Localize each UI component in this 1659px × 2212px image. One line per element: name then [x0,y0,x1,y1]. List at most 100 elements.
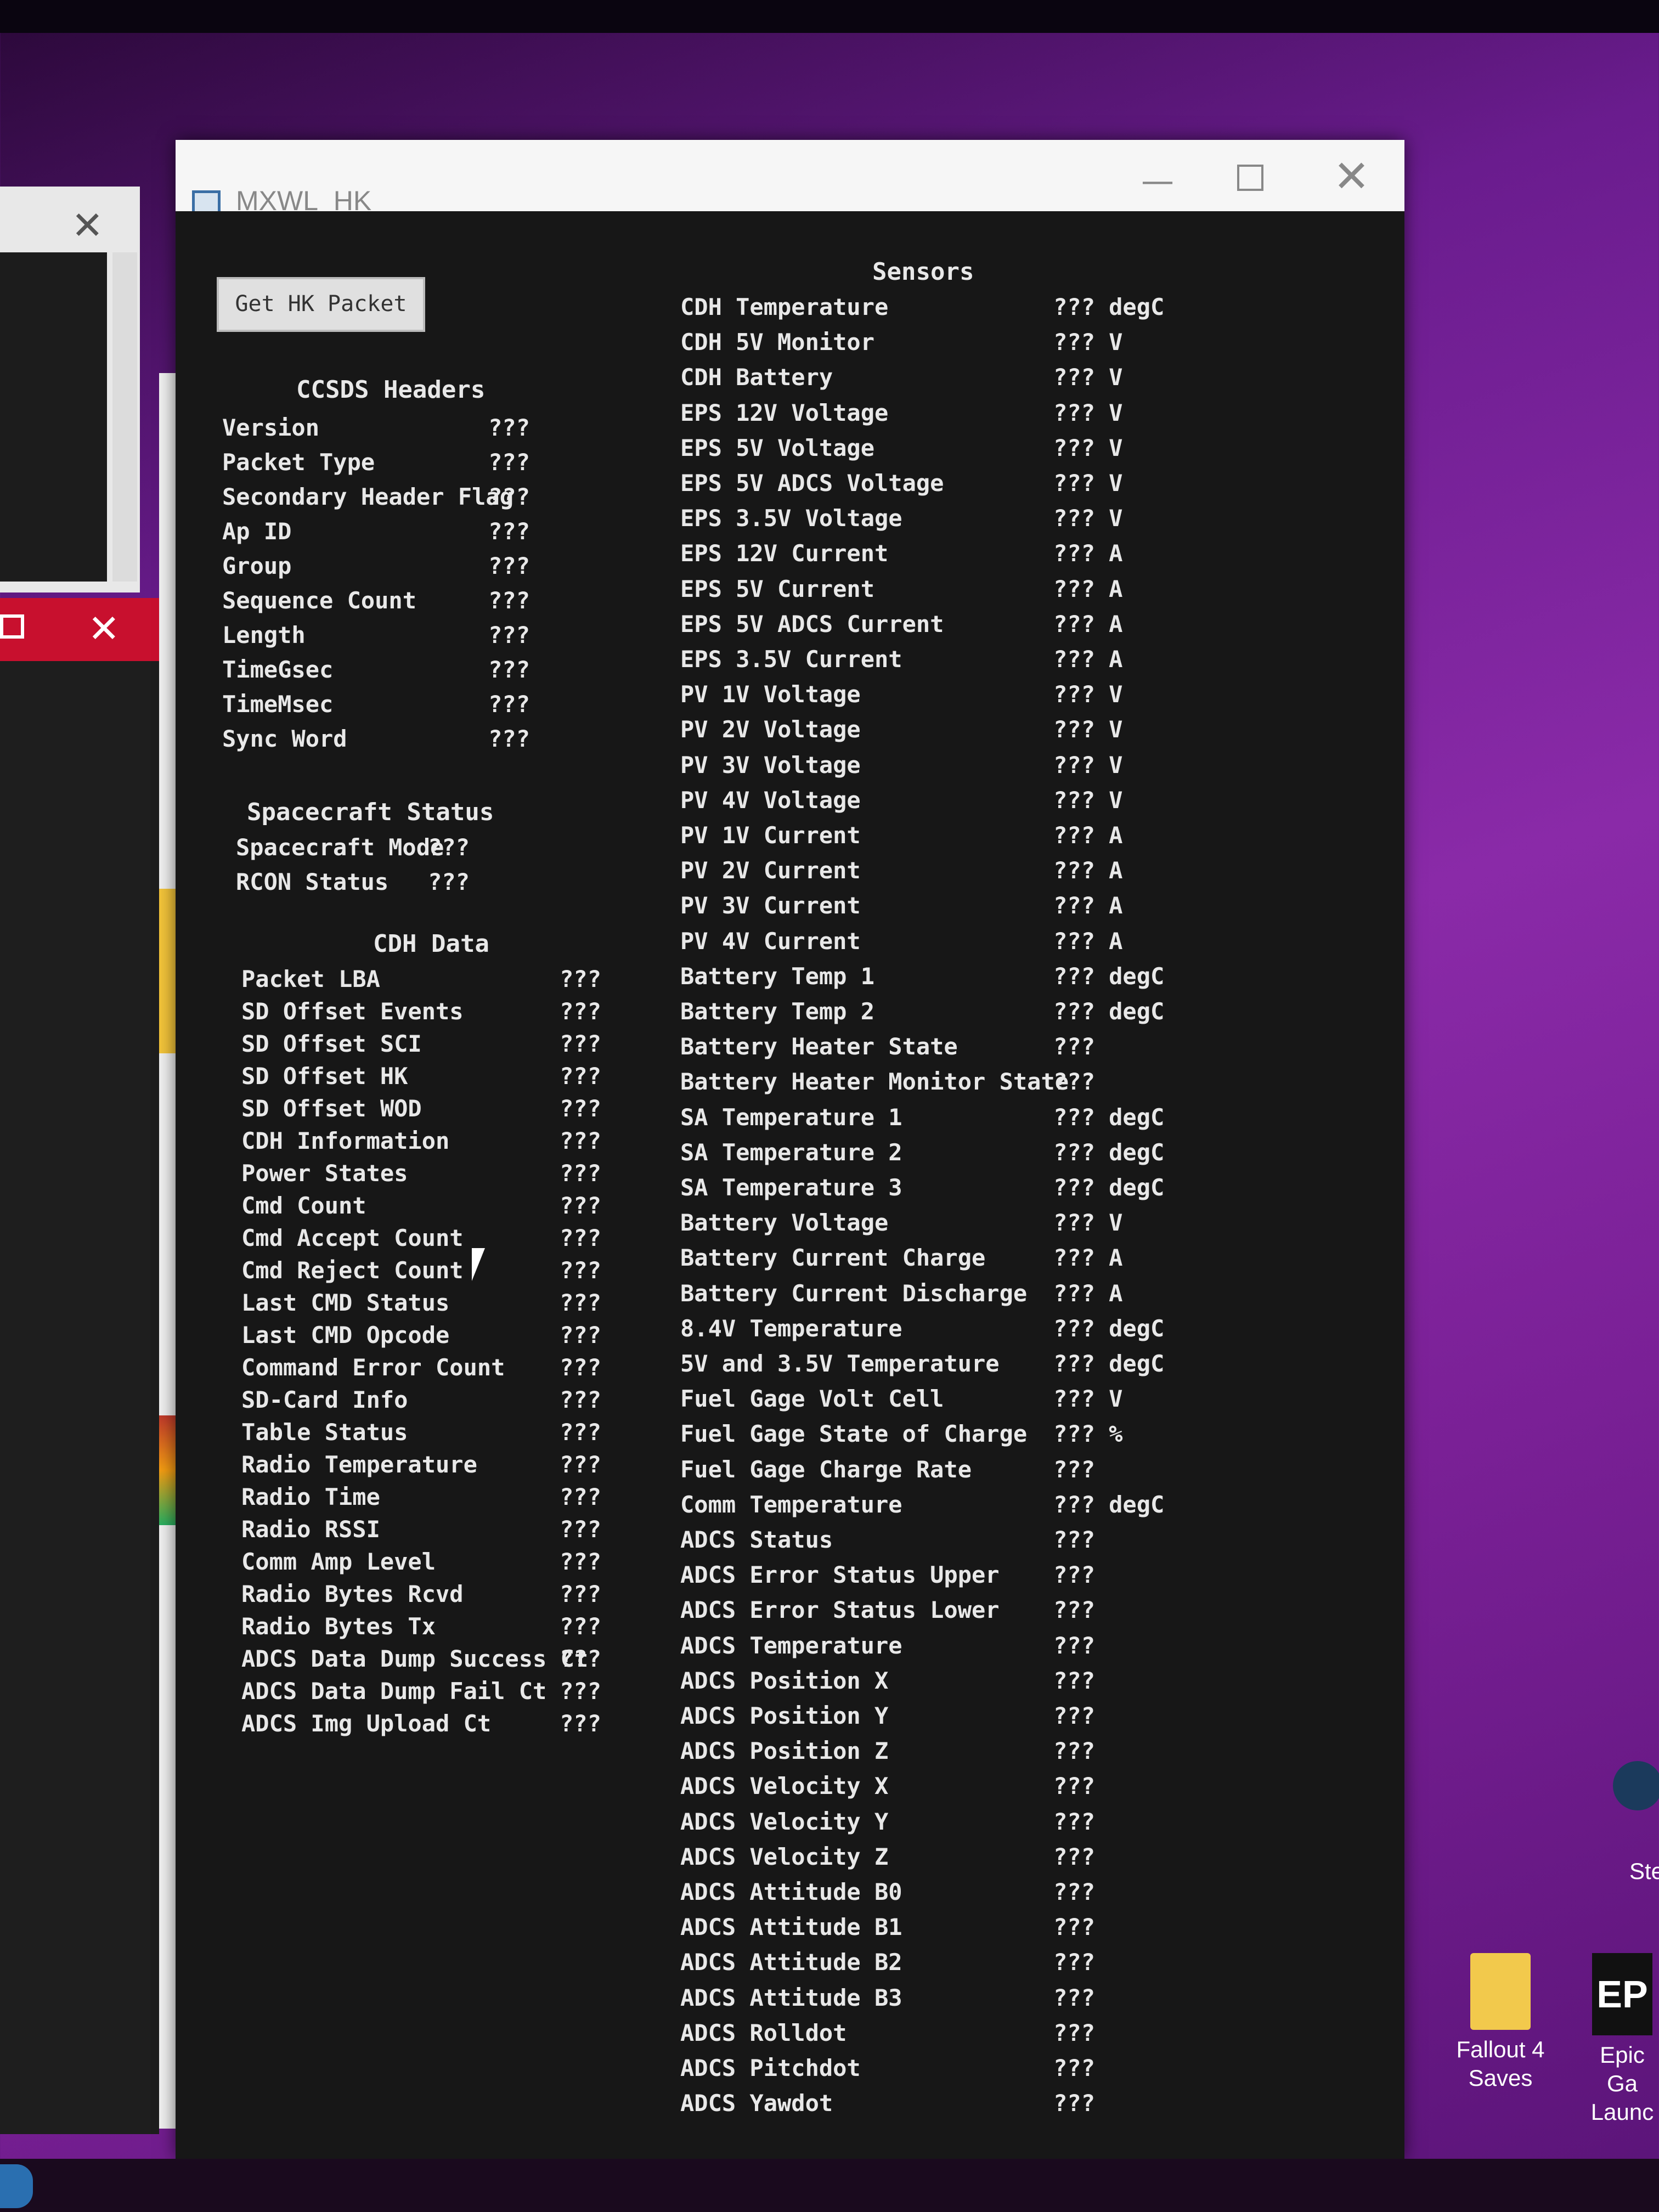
maximize-icon[interactable] [0,614,24,639]
sensors-row-value: ??? degC [1053,998,1165,1025]
cdh-row-value: ??? [560,1548,601,1575]
sensors-row-value: ??? V [1053,470,1123,496]
sensors-row-value: ??? [1053,1843,1095,1870]
sensors-row-label: Battery Heater State [680,1033,958,1060]
cdh-row-value: ??? [560,1451,601,1478]
cdh-row-value: ??? [560,1613,601,1640]
sensors-row-label: CDH 5V Monitor [680,329,875,356]
spacecraft-row-label: Spacecraft Mode [236,834,444,861]
close-icon[interactable]: ✕ [88,606,120,651]
sensors-row-value: ??? [1053,1068,1095,1096]
background-window-red[interactable]: ✕ [0,598,159,2134]
sensors-row-value: ??? A [1053,610,1123,637]
ccsds-row-value: ??? [488,518,530,545]
maximize-icon[interactable] [1237,165,1263,191]
sensors-row-label: PV 2V Voltage [680,716,861,743]
sensors-row-value: ??? [1053,1667,1095,1694]
sensors-row-label: SA Temperature 2 [680,1138,902,1166]
sensors-row-label: Battery Current Charge [680,1244,986,1272]
sensors-row-label: Battery Heater Monitor State [680,1068,1069,1096]
sensors-row-value: ??? degC [1053,1350,1165,1377]
cdh-row-value: ??? [560,1354,601,1381]
cdh-row-label: SD-Card Info [241,1386,408,1413]
get-hk-packet-button[interactable]: Get HK Packet [217,277,425,332]
ccsds-row-label: Secondary Header Flag [222,483,514,510]
sensors-row-value: ??? [1053,1033,1095,1060]
sensors-row-value: ??? A [1053,857,1123,884]
sensors-row-value: ??? V [1053,399,1123,426]
sensors-row-value: ??? degC [1053,1314,1165,1342]
sensors-row-value: ??? A [1053,892,1123,919]
desktop-icon-epic-games[interactable]: EP Epic Ga Launc [1585,1953,1659,2126]
cdh-row-label: CDH Information [241,1127,450,1154]
sensors-row-value: ??? % [1053,1420,1123,1448]
desktop-icon-label[interactable]: Ste [1629,1857,1659,1886]
close-icon[interactable]: ✕ [1333,151,1370,202]
start-icon[interactable] [0,2164,33,2208]
ccsds-row-label: Length [222,622,306,648]
sensors-row-value: ??? A [1053,575,1123,602]
ccsds-row-label: Packet Type [222,449,375,476]
cdh-row-value: ??? [560,1095,601,1122]
background-window[interactable]: ✕ [0,187,140,592]
close-icon[interactable]: ✕ [71,203,104,248]
sensors-row-label: CDH Battery [680,364,833,391]
desktop-icon-label: Saves [1468,2065,1533,2091]
sensors-row-value: ??? V [1053,786,1123,814]
cdh-row-value: ??? [560,966,601,992]
sensors-row-value: ??? [1053,1984,1095,2011]
sensors-row-value: ??? [1053,1702,1095,1729]
ccsds-row-value: ??? [488,587,530,614]
sensors-row-label: SA Temperature 1 [680,1103,902,1131]
sensors-row-label: PV 1V Voltage [680,681,861,708]
sensors-row-label: EPS 5V Voltage [680,434,875,461]
cdh-row-label: Last CMD Status [241,1289,450,1316]
ccsds-row-value: ??? [488,449,530,476]
ccsds-row-label: TimeMsec [222,691,334,718]
sensors-row-value: ??? V [1053,505,1123,532]
sensors-section-title: Sensors [872,258,974,286]
background-window-content [0,252,107,582]
sensors-row-value: ??? V [1053,364,1123,391]
sensors-row-value: ??? degC [1053,962,1165,990]
minimize-icon[interactable]: — [1141,162,1174,200]
cdh-row-label: Packet LBA [241,966,380,992]
sensors-row-label: ADCS Pitchdot [680,2055,861,2081]
sensors-row-value: ??? A [1053,822,1123,849]
sensors-row-value: ??? [1053,1949,1095,1976]
cdh-row-label: Comm Amp Level [241,1548,436,1575]
cdh-row-value: ??? [560,1678,601,1705]
sensors-row-value: ??? V [1053,716,1123,743]
cdh-row-value: ??? [560,1127,601,1154]
ccsds-row-label: Version [222,414,320,441]
sensors-row-label: ADCS Position Y [680,1702,889,1729]
cdh-row-value: ??? [560,1322,601,1348]
sensors-row-label: Battery Voltage [680,1209,889,1237]
scrollbar[interactable] [112,252,137,582]
cdh-row-label: Radio Bytes Rcvd [241,1581,464,1607]
taskbar [0,2159,1659,2212]
sensors-row-label: SA Temperature 3 [680,1174,902,1201]
sensors-row-value: ??? degC [1053,1138,1165,1166]
red-titlebar[interactable]: ✕ [0,598,159,661]
steam-icon[interactable] [1613,1761,1659,1810]
desktop-icon-label: Launc [1590,2099,1654,2125]
cdh-row-label: Radio Temperature [241,1451,477,1478]
sensors-row-label: ADCS Attitude B1 [680,1914,902,1941]
desktop-icon-fallout-saves[interactable]: Fallout 4 Saves [1448,1953,1553,2092]
sensors-row-label: PV 1V Current [680,822,861,849]
spacecraft-row-value: ??? [428,868,470,895]
mxwl-hk-window[interactable]: MXWL_HK — ✕ Get HK Packet CCSDS Headers V… [176,140,1404,2159]
cdh-row-value: ??? [560,1645,601,1672]
sensors-row-value: ??? [1053,2019,1095,2046]
sensors-row-value: ??? V [1053,681,1123,708]
cdh-row-value: ??? [560,1192,601,1219]
sensors-row-value: ??? V [1053,1385,1123,1413]
window-titlebar[interactable]: MXWL_HK — ✕ [176,140,1404,216]
desktop-icon-label: Epic Ga [1600,2042,1645,2096]
sensors-row-label: ADCS Velocity Z [680,1843,889,1870]
sensors-row-value: ??? [1053,1632,1095,1659]
cdh-row-value: ??? [560,1483,601,1510]
ccsds-row-value: ??? [488,552,530,579]
sensors-row-label: Comm Temperature [680,1491,902,1518]
